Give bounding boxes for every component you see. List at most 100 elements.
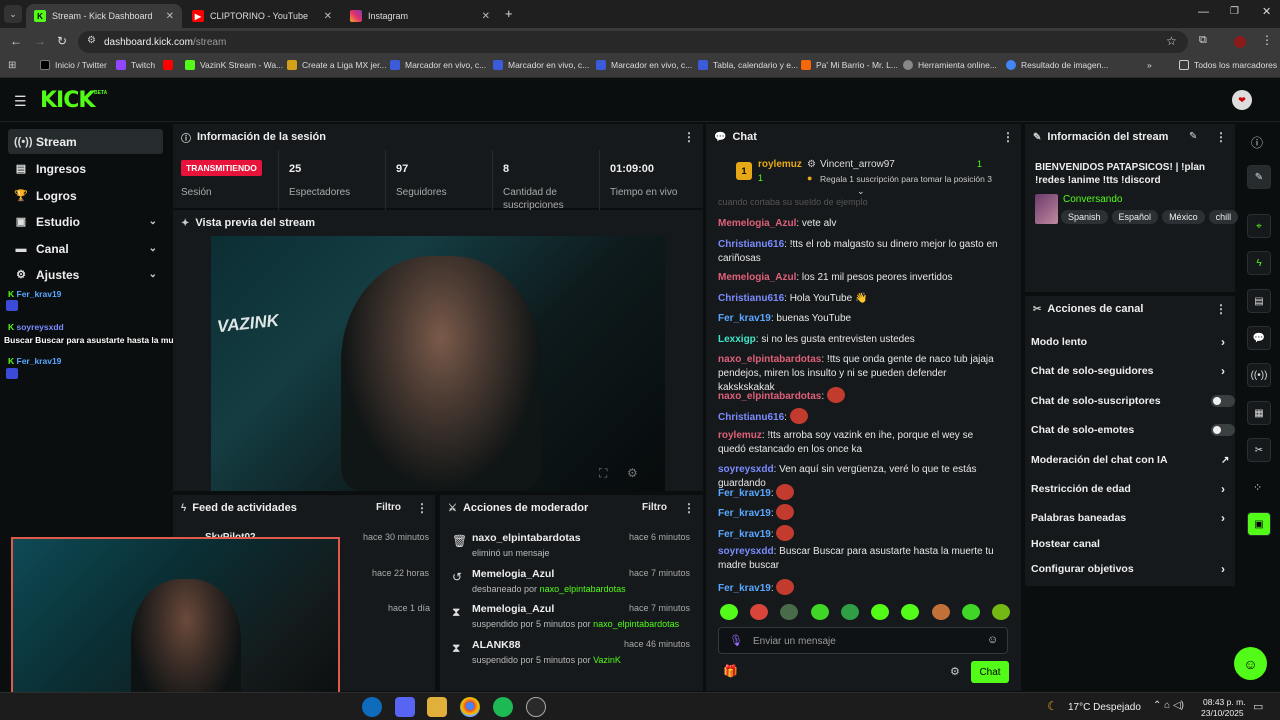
rail-storage-icon[interactable]: ▦	[1247, 401, 1271, 425]
stream-preview-video[interactable]: VAZINK ⚙ ⛶	[211, 236, 665, 491]
player-settings-icon[interactable]: ⚙	[627, 466, 638, 480]
user-avatar[interactable]: ❤	[1232, 90, 1252, 110]
rail-bolt-icon[interactable]: ϟ	[1247, 251, 1271, 275]
chat-username[interactable]: Christianu616	[718, 239, 784, 250]
bookmark-twitch[interactable]: Twitch	[116, 60, 155, 70]
browser-menu-icon[interactable]: ⋮	[1261, 33, 1273, 47]
site-info-icon[interactable]: ⚙	[87, 35, 96, 46]
chat-username[interactable]: roylemuz	[718, 430, 762, 441]
restore-button[interactable]: ❐	[1230, 6, 1239, 17]
edit-stream-icon[interactable]: ✎	[1189, 131, 1197, 142]
stream-info-menu-icon[interactable]: ⋮	[1215, 130, 1227, 144]
tab-youtube[interactable]: ▶ CLIPTORINO - YouTube ✕	[184, 4, 340, 28]
feed-filter-button[interactable]: Filtro	[376, 502, 401, 513]
weather-text[interactable]: 17°C Despejado	[1068, 702, 1141, 713]
emote-icon[interactable]	[931, 604, 950, 620]
close-window-button[interactable]: ✕	[1262, 5, 1271, 18]
bookmark-tabla[interactable]: Tabla, calendario y e...	[698, 60, 798, 70]
action-banned-words[interactable]: Palabras baneadas ›	[1031, 507, 1231, 529]
player-fullscreen-icon[interactable]: ⛶	[599, 466, 607, 481]
action-slow-mode[interactable]: Modo lento ›	[1031, 331, 1231, 353]
extensions-icon[interactable]: ⧉	[1199, 34, 1207, 47]
mic-icon[interactable]: 🎙	[729, 634, 743, 647]
channel-actions-menu-icon[interactable]: ⋮	[1215, 302, 1227, 316]
emoji-icon[interactable]: ☺	[987, 634, 998, 646]
rail-edit-icon[interactable]: ✎	[1247, 165, 1271, 189]
collapse-icon[interactable]: ⌄	[857, 186, 865, 197]
chat-username[interactable]: Christianu616	[718, 412, 784, 423]
support-chat-button[interactable]: ☺	[1234, 647, 1267, 680]
chat-username[interactable]: Christianu616	[718, 293, 784, 304]
bookmark-marcador-3[interactable]: Marcador en vivo, c...	[596, 60, 692, 70]
bookmark-herramienta[interactable]: Herramienta online...	[903, 60, 997, 70]
sidebar-item-stream[interactable]: ((•)) Stream	[8, 129, 163, 154]
hamburger-menu-icon[interactable]: ☰	[14, 93, 27, 110]
action-configure-goals[interactable]: Configurar objetivos ›	[1031, 558, 1231, 580]
url-field[interactable]: ⚙ dashboard.kick.com/stream ☆	[78, 31, 1188, 53]
emote-icon[interactable]	[961, 604, 980, 620]
chat-username[interactable]: naxo_elpintabardotas	[718, 354, 821, 365]
session-menu-icon[interactable]: ⋮	[683, 130, 695, 144]
bookmark-vazink[interactable]: VazinK Stream - Wa...	[185, 60, 283, 70]
all-bookmarks[interactable]: Todos los marcadores	[1179, 60, 1277, 70]
tag[interactable]: Español	[1111, 210, 1159, 224]
bookmark-resultado[interactable]: Resultado de imagen...	[1006, 60, 1108, 70]
mod-menu-icon[interactable]: ⋮	[683, 501, 695, 515]
chat-menu-icon[interactable]: ⋮	[1002, 130, 1014, 144]
kick-logo[interactable]: KICK	[40, 88, 95, 113]
rail-broadcast-icon[interactable]: ((•))	[1247, 363, 1271, 387]
obs-icon[interactable]	[526, 697, 546, 717]
emote-icon[interactable]	[901, 604, 920, 620]
subscribers-only-toggle[interactable]	[1211, 395, 1235, 407]
chat-username[interactable]: Memelogia_Azul	[718, 218, 796, 229]
rail-chat-icon[interactable]: 💬	[1247, 326, 1271, 350]
bookmark-marcador-1[interactable]: Marcador en vivo, c...	[390, 60, 486, 70]
clock-date[interactable]: 23/10/2025	[1201, 708, 1244, 718]
chat-username[interactable]: soyreysxdd	[718, 464, 774, 475]
gift-store-icon[interactable]: 🎁	[723, 664, 738, 678]
close-tab-icon[interactable]: ✕	[166, 11, 174, 22]
profile-icon[interactable]	[1234, 36, 1246, 48]
edge-icon[interactable]	[362, 697, 382, 717]
feed-menu-icon[interactable]: ⋮	[416, 501, 428, 515]
discord-icon[interactable]	[395, 697, 415, 717]
chat-username[interactable]: Fer_krav19	[718, 488, 771, 499]
close-tab-icon[interactable]: ✕	[482, 11, 490, 22]
bookmark-liga-mx[interactable]: Create a Liga MX jer...	[287, 60, 387, 70]
tab-search-button[interactable]: ⌄	[4, 5, 22, 23]
rail-wrench-icon[interactable]: ✂	[1247, 438, 1271, 462]
tray-icons[interactable]: ⌃ ⌂ ◁)	[1153, 700, 1184, 711]
minimize-button[interactable]: —	[1198, 6, 1209, 18]
sidebar-item-logros[interactable]: 🏆 Logros	[8, 183, 163, 208]
chat-username[interactable]: Lexxigp	[718, 334, 756, 345]
chat-username[interactable]: Fer_krav19	[718, 313, 771, 324]
chrome-icon[interactable]	[460, 697, 480, 717]
sidebar-item-ajustes[interactable]: ⚙ Ajustes ⌄	[8, 262, 163, 287]
action-subscribers-only[interactable]: Chat de solo-suscriptores	[1031, 390, 1235, 412]
sidebar-item-estudio[interactable]: ▣ Estudio ⌄	[8, 209, 163, 234]
rail-apps-icon[interactable]: ⁘	[1253, 481, 1262, 494]
chat-input[interactable]: 🎙 Enviar un mensaje ☺	[718, 627, 1008, 654]
emote-icon[interactable]	[720, 604, 738, 620]
new-tab-button[interactable]: +	[505, 6, 513, 21]
emote-icon[interactable]	[991, 604, 1010, 620]
sidebar-item-ingresos[interactable]: ▤ Ingresos	[8, 156, 163, 181]
bookmark-pa-mi-barrio[interactable]: Pa' Mi Barrio - Mr. L...	[801, 60, 898, 70]
action-age-restriction[interactable]: Restricción de edad ›	[1031, 478, 1231, 500]
tag[interactable]: Spanish	[1061, 210, 1108, 224]
bookmark-twitter[interactable]: Inicio / Twitter	[40, 60, 107, 70]
sidebar-item-canal[interactable]: ▬ Canal ⌄	[8, 236, 163, 261]
more-bookmarks-icon[interactable]: »	[1147, 60, 1152, 70]
send-chat-button[interactable]: Chat	[971, 661, 1009, 683]
action-ai-moderation[interactable]: Moderación del chat con IA ↗	[1031, 449, 1231, 471]
emote-icon[interactable]	[750, 604, 769, 620]
spotify-icon[interactable]	[493, 697, 513, 717]
apps-icon[interactable]: ⊞	[8, 60, 16, 71]
chat-username[interactable]: Fer_krav19	[718, 529, 771, 540]
emote-icon[interactable]	[871, 604, 890, 620]
tab-instagram[interactable]: Instagram ✕	[342, 4, 498, 28]
bookmark-marcador-2[interactable]: Marcador en vivo, c...	[493, 60, 589, 70]
info-rail-icon[interactable]: ⓘ	[1251, 134, 1263, 151]
chat-username[interactable]: Fer_krav19	[718, 508, 771, 519]
rail-clip-icon[interactable]: ▣	[1247, 512, 1271, 536]
